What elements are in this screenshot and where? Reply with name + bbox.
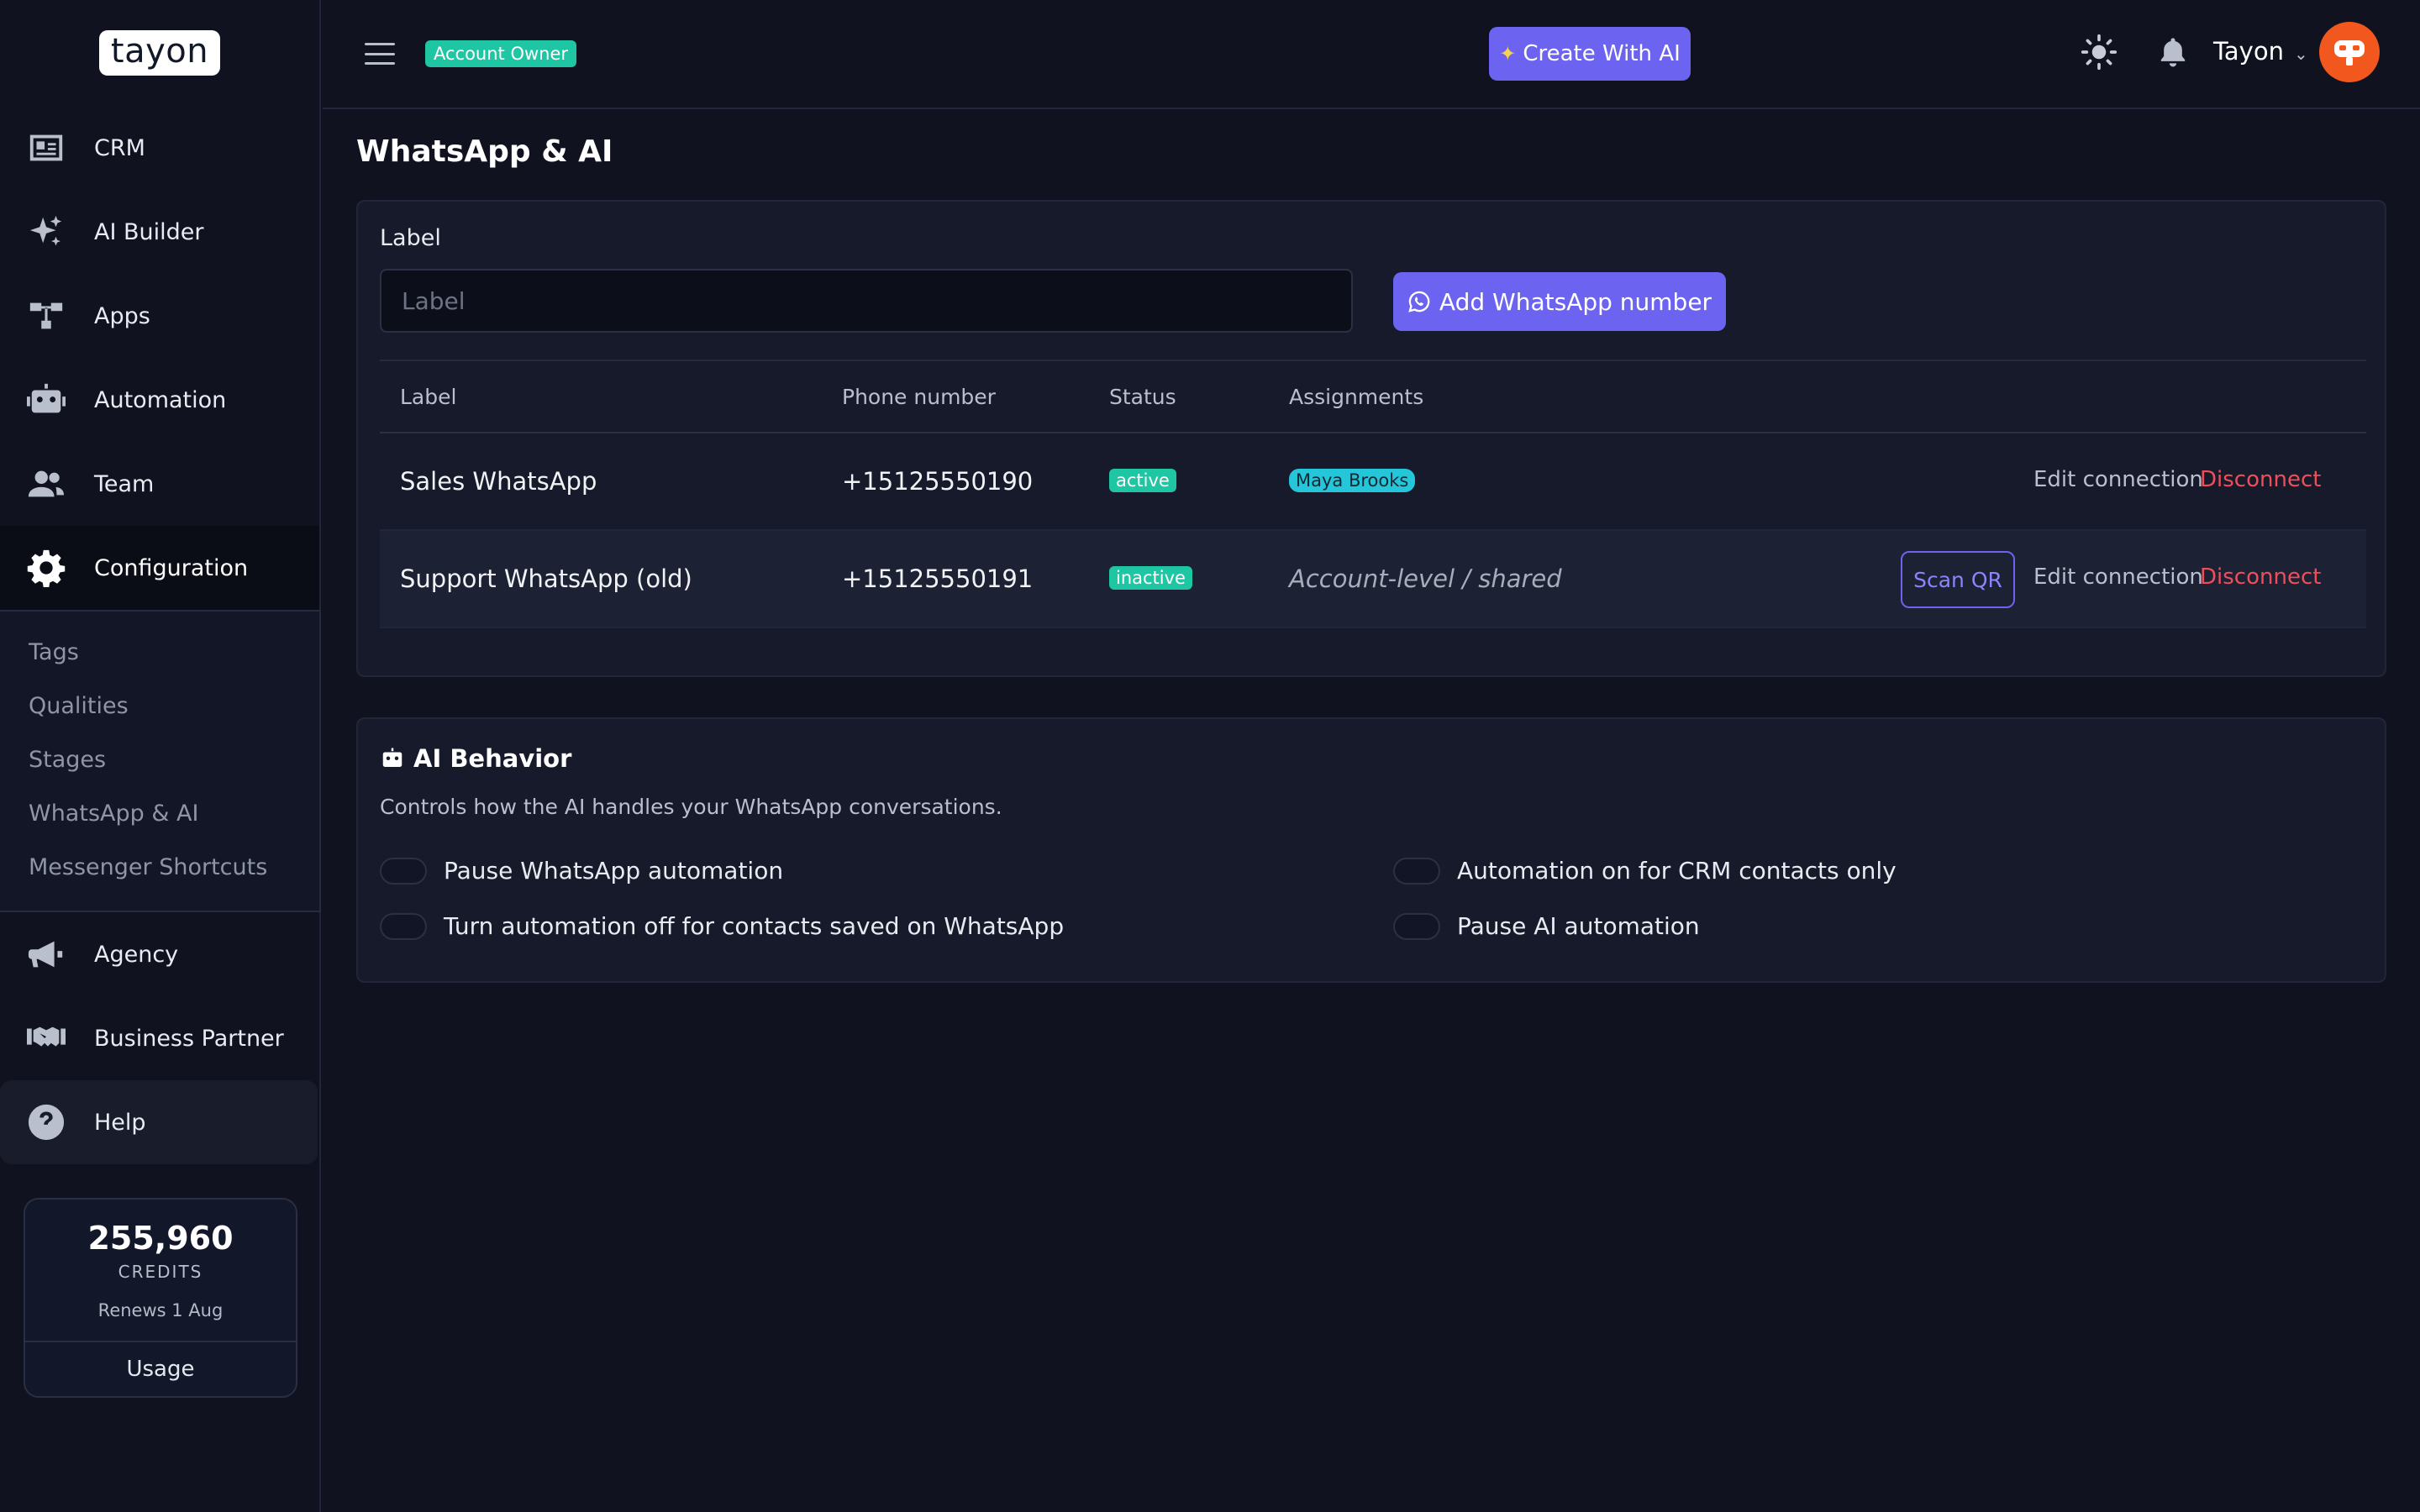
column-header-status[interactable]: Status xyxy=(1109,385,1176,409)
chevron-down-icon[interactable]: ⌄ xyxy=(2294,44,2308,64)
sidebar-item-crm[interactable]: CRM xyxy=(0,106,319,190)
disconnect-link[interactable]: Disconnect xyxy=(2200,564,2321,590)
configuration-submenu: Tags Qualities Stages WhatsApp & AI Mess… xyxy=(0,610,321,912)
row-label: Support WhatsApp (old) xyxy=(400,564,692,593)
user-name[interactable]: Tayon xyxy=(2213,37,2284,66)
toggle-label: Pause AI automation xyxy=(1457,912,1700,940)
column-header-label[interactable]: Label xyxy=(400,385,456,409)
scan-qr-button[interactable]: Scan QR xyxy=(1901,551,2015,608)
row-phone: +15125550191 xyxy=(842,564,1034,593)
sidebar-item-business-partner[interactable]: Business Partner xyxy=(0,996,319,1080)
table-row: Sales WhatsApp +15125550190 active Maya … xyxy=(380,433,2366,531)
sidebar-item-label: Team xyxy=(94,470,155,497)
sidebar: tayon CRM AI Builder Apps Automation Tea… xyxy=(0,0,321,1512)
ai-behavior-title: AI Behavior xyxy=(413,744,572,773)
page-title: WhatsApp & AI xyxy=(356,134,613,169)
sidebar-item-label: CRM xyxy=(94,134,145,161)
theme-toggle-sun-icon[interactable] xyxy=(2081,34,2118,71)
whatsapp-numbers-card: Label Add WhatsApp number Label Phone nu… xyxy=(356,200,2386,677)
credits-renew-date: Renews 1 Aug xyxy=(97,1300,224,1320)
sidebar-item-label: Configuration xyxy=(94,554,249,581)
avatar[interactable] xyxy=(2319,22,2380,82)
sidebar-item-label: AI Builder xyxy=(94,218,204,245)
table-header: Label Phone number Status Assignments xyxy=(380,360,2366,433)
submenu-item-whatsapp-ai[interactable]: WhatsApp & AI xyxy=(0,786,319,840)
add-whatsapp-number-label: Add WhatsApp number xyxy=(1439,287,1712,316)
sitemap-icon xyxy=(25,297,67,335)
robot-icon xyxy=(25,381,67,419)
ai-behavior-card: AI Behavior Controls how the AI handles … xyxy=(356,717,2386,983)
sidebar-item-label: Agency xyxy=(94,941,179,968)
logo-area: tayon xyxy=(0,0,319,106)
ai-behavior-heading: AI Behavior xyxy=(380,744,571,773)
submenu-item-stages[interactable]: Stages xyxy=(0,732,319,786)
toggle-switch[interactable] xyxy=(380,912,427,940)
toggle-switch[interactable] xyxy=(1393,912,1440,940)
sparkles-icon xyxy=(25,213,67,251)
toggle-switch[interactable] xyxy=(380,857,427,885)
submenu-item-messenger-shortcuts[interactable]: Messenger Shortcuts xyxy=(0,840,319,894)
submenu-item-tags[interactable]: Tags xyxy=(0,625,319,679)
sidebar-item-configuration[interactable]: Configuration xyxy=(0,526,319,610)
whatsapp-icon xyxy=(1408,291,1430,312)
ai-behavior-description: Controls how the AI handles your WhatsAp… xyxy=(380,795,1002,819)
assignment-badge: Maya Brooks xyxy=(1289,469,1416,492)
create-with-ai-label: Create With AI xyxy=(1523,41,1681,66)
toggle-label: Turn automation off for contacts saved o… xyxy=(444,912,1065,940)
toggle-switch[interactable] xyxy=(1393,857,1440,885)
disconnect-link[interactable]: Disconnect xyxy=(2200,467,2321,492)
credits-label: CREDITS xyxy=(118,1262,203,1282)
row-phone: +15125550190 xyxy=(842,467,1034,496)
role-badge: Account Owner xyxy=(425,40,577,67)
toggle-pause-whatsapp-automation: Pause WhatsApp automation xyxy=(380,857,783,885)
column-header-phone[interactable]: Phone number xyxy=(842,385,996,409)
row-label: Sales WhatsApp xyxy=(400,467,597,496)
sidebar-item-label: Apps xyxy=(94,302,150,329)
robot-avatar-icon xyxy=(2334,40,2365,66)
label-input[interactable] xyxy=(380,269,1353,333)
toggle-label: Automation on for CRM contacts only xyxy=(1457,857,1897,885)
question-circle-icon xyxy=(25,1103,67,1142)
edit-connection-link[interactable]: Edit connection xyxy=(2033,564,2203,590)
usage-button[interactable]: Usage xyxy=(25,1341,296,1396)
sidebar-item-help[interactable]: Help xyxy=(0,1080,318,1164)
sidebar-item-label: Automation xyxy=(94,386,227,413)
logo[interactable]: tayon xyxy=(98,30,221,76)
menu-toggle-icon[interactable] xyxy=(365,43,395,65)
megaphone-icon xyxy=(25,935,67,974)
sidebar-item-team[interactable]: Team xyxy=(0,442,319,526)
create-with-ai-button[interactable]: ✦ Create With AI xyxy=(1489,27,1691,81)
toggle-crm-contacts-only: Automation on for CRM contacts only xyxy=(1393,857,1897,885)
toggle-pause-ai-automation: Pause AI automation xyxy=(1393,912,1700,940)
label-field-label: Label xyxy=(380,225,441,251)
whatsapp-numbers-table: Label Phone number Status Assignments Sa… xyxy=(380,360,2366,628)
column-header-assignments[interactable]: Assignments xyxy=(1289,385,1423,409)
sidebar-item-ai-builder[interactable]: AI Builder xyxy=(0,190,319,274)
table-row: Support WhatsApp (old) +15125550191 inac… xyxy=(380,531,2366,628)
id-card-icon xyxy=(25,129,67,167)
submenu-item-qualities[interactable]: Qualities xyxy=(0,679,319,732)
sidebar-item-label: Help xyxy=(94,1109,146,1136)
sidebar-item-apps[interactable]: Apps xyxy=(0,274,319,358)
sidebar-item-agency[interactable]: Agency xyxy=(0,912,319,996)
gear-icon xyxy=(25,549,67,587)
add-whatsapp-number-button[interactable]: Add WhatsApp number xyxy=(1393,272,1726,331)
toggle-off-saved-contacts: Turn automation off for contacts saved o… xyxy=(380,912,1064,940)
sidebar-item-label: Business Partner xyxy=(94,1025,284,1052)
toggle-label: Pause WhatsApp automation xyxy=(444,857,784,885)
edit-connection-link[interactable]: Edit connection xyxy=(2033,467,2203,492)
users-icon xyxy=(25,465,67,503)
status-badge: active xyxy=(1109,469,1176,492)
robot-icon xyxy=(382,748,402,767)
credits-card: 255,960 CREDITS Renews 1 Aug Usage xyxy=(24,1198,297,1398)
assignment-text: Account-level / shared xyxy=(1289,564,1562,593)
sidebar-item-automation[interactable]: Automation xyxy=(0,358,319,442)
bell-icon[interactable] xyxy=(2156,34,2190,71)
sparkles-icon: ✦ xyxy=(1499,42,1517,66)
status-badge: inactive xyxy=(1109,566,1192,590)
handshake-icon xyxy=(25,1019,67,1058)
credits-amount: 255,960 xyxy=(87,1220,234,1257)
